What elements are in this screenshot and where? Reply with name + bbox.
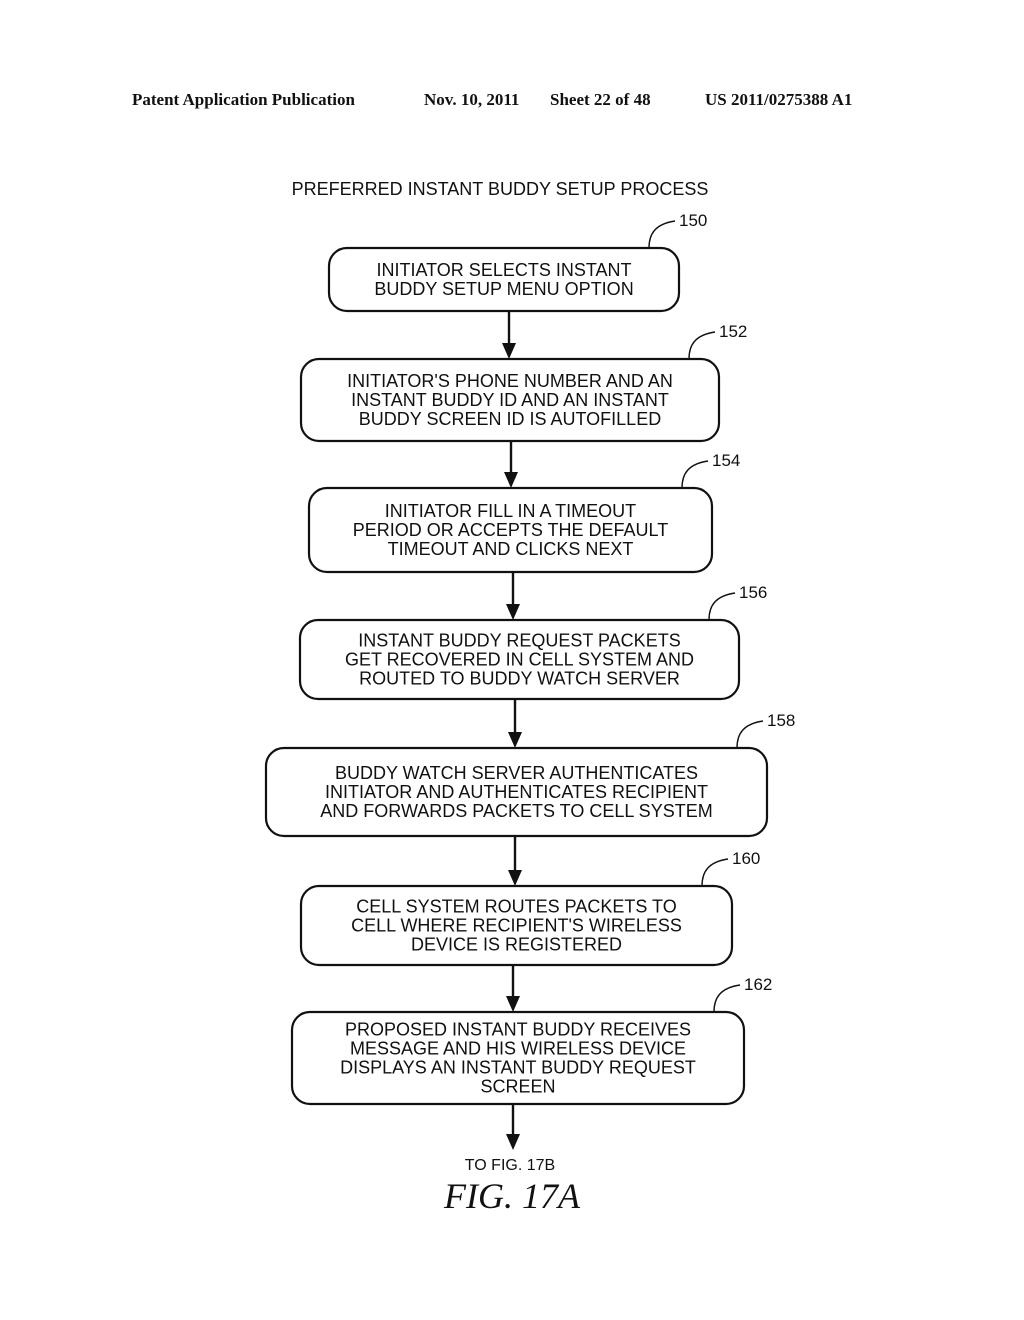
arrow-head-icon: [506, 1134, 520, 1150]
reference-leader-line: [713, 984, 741, 1013]
step-text-line: PROPOSED INSTANT BUDDY RECEIVES: [345, 1020, 691, 1040]
arrow-head-icon: [504, 472, 518, 488]
flowchart: PREFERRED INSTANT BUDDY SETUP PROCESS IN…: [264, 179, 795, 1216]
step-text-line: CELL SYSTEM ROUTES PACKETS TO: [356, 897, 676, 917]
step-text-line: INITIATOR AND AUTHENTICATES RECIPIENT: [325, 782, 708, 802]
process-step-152: INITIATOR'S PHONE NUMBER AND ANINSTANT B…: [299, 322, 747, 443]
arrow-head-icon: [508, 732, 522, 748]
step-text-line: BUDDY WATCH SERVER AUTHENTICATES: [335, 763, 698, 783]
arrow-head-icon: [506, 996, 520, 1012]
reference-leader-line: [708, 592, 736, 621]
process-step-160: CELL SYSTEM ROUTES PACKETS TOCELL WHERE …: [299, 849, 760, 967]
step-text-line: INITIATOR SELECTS INSTANT: [376, 260, 631, 280]
arrow-head-icon: [506, 604, 520, 620]
reference-leader-line: [736, 720, 764, 749]
step-text-line: INITIATOR'S PHONE NUMBER AND AN: [347, 371, 673, 391]
arrow-head-icon: [502, 343, 516, 359]
flow-steps: INITIATOR SELECTS INSTANTBUDDY SETUP MEN…: [264, 211, 795, 1150]
reference-number: 160: [732, 849, 760, 868]
process-step-162: PROPOSED INSTANT BUDDY RECEIVESMESSAGE A…: [290, 975, 772, 1106]
step-text-line: BUDDY SETUP MENU OPTION: [374, 279, 633, 299]
reference-leader-line: [688, 331, 716, 360]
continuation-label: TO FIG. 17B: [465, 1157, 555, 1174]
step-text-line: SCREEN: [480, 1077, 555, 1097]
reference-leader-line: [701, 858, 729, 887]
process-step-158: BUDDY WATCH SERVER AUTHENTICATESINITIATO…: [264, 711, 795, 838]
step-text-line: ROUTED TO BUDDY WATCH SERVER: [359, 669, 680, 689]
diagram-title: PREFERRED INSTANT BUDDY SETUP PROCESS: [292, 179, 709, 199]
step-text-line: TIMEOUT AND CLICKS NEXT: [388, 539, 634, 559]
step-text-line: AND FORWARDS PACKETS TO CELL SYSTEM: [320, 801, 712, 821]
reference-number: 156: [739, 583, 767, 602]
figure-label: FIG. 17A: [443, 1176, 581, 1216]
reference-number: 158: [767, 711, 795, 730]
step-text-line: INSTANT BUDDY ID AND AN INSTANT: [351, 390, 669, 410]
reference-leader-line: [681, 460, 709, 489]
step-text-line: BUDDY SCREEN ID IS AUTOFILLED: [359, 409, 661, 429]
step-text-line: PERIOD OR ACCEPTS THE DEFAULT: [353, 520, 668, 540]
step-text-line: CELL WHERE RECIPIENT'S WIRELESS: [351, 916, 682, 936]
step-text-line: DEVICE IS REGISTERED: [411, 935, 622, 955]
reference-number: 154: [712, 451, 740, 470]
process-step-154: INITIATOR FILL IN A TIMEOUTPERIOD OR ACC…: [307, 451, 740, 574]
arrow-head-icon: [508, 870, 522, 886]
step-text-line: INITIATOR FILL IN A TIMEOUT: [385, 501, 636, 521]
step-text-line: INSTANT BUDDY REQUEST PACKETS: [358, 631, 680, 651]
reference-number: 150: [679, 211, 707, 230]
step-text-line: MESSAGE AND HIS WIRELESS DEVICE: [350, 1039, 686, 1059]
reference-leader-line: [648, 220, 676, 249]
step-text-line: GET RECOVERED IN CELL SYSTEM AND: [345, 650, 694, 670]
process-step-150: INITIATOR SELECTS INSTANTBUDDY SETUP MEN…: [327, 211, 707, 313]
reference-number: 162: [744, 975, 772, 994]
process-step-156: INSTANT BUDDY REQUEST PACKETSGET RECOVER…: [298, 583, 767, 701]
reference-number: 152: [719, 322, 747, 341]
step-text-line: DISPLAYS AN INSTANT BUDDY REQUEST: [340, 1058, 696, 1078]
